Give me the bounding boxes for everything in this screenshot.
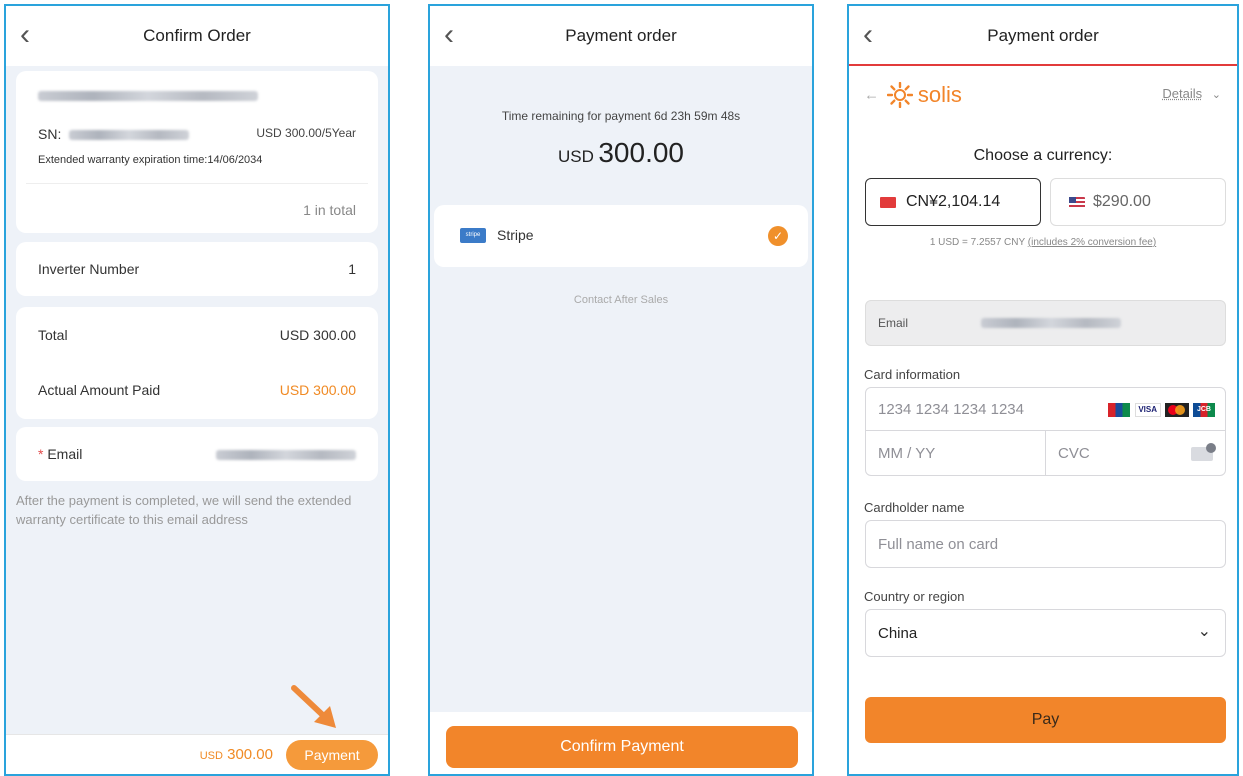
totals-card: Total USD 300.00 Actual Amount Paid USD … xyxy=(16,307,378,419)
confirm-order-screen: ‹ Confirm Order SN: USD 300.00/5Year Ext… xyxy=(4,4,390,776)
check-icon: ✓ xyxy=(768,226,788,246)
visa-icon: VISA xyxy=(1134,403,1161,417)
required-asterisk: * xyxy=(38,446,44,462)
bottom-total: USD 300.00 xyxy=(200,746,273,763)
email-value-redacted[interactable] xyxy=(216,450,356,460)
actual-paid-label: Actual Amount Paid xyxy=(38,382,161,398)
page-title: Payment order xyxy=(987,26,1099,45)
back-arrow-icon[interactable]: ← xyxy=(864,87,879,104)
actual-paid-value: USD 300.00 xyxy=(279,382,356,398)
header: ‹ Confirm Order xyxy=(6,6,388,66)
merchant-brand[interactable]: ← solis xyxy=(864,81,962,109)
card-number-placeholder: 1234 1234 1234 1234 xyxy=(878,401,1024,418)
email-label: Email xyxy=(878,316,909,330)
page-title: Confirm Order xyxy=(143,26,251,45)
brand-name: solis xyxy=(917,82,962,107)
actual-paid-row: Actual Amount Paid USD 300.00 xyxy=(38,382,356,398)
conversion-fee-link[interactable]: (includes 2% conversion fee) xyxy=(1028,237,1156,248)
pay-button[interactable]: Pay xyxy=(865,697,1226,743)
inverter-label: Inverter Number xyxy=(38,261,140,277)
email-field[interactable]: Email xyxy=(865,300,1226,346)
price-per-term: USD 300.00/5Year xyxy=(256,126,356,140)
email-value-redacted xyxy=(981,318,1121,328)
header: ‹ Payment order xyxy=(430,6,812,66)
us-flag-icon xyxy=(1069,197,1085,208)
inverter-row: Inverter Number 1 xyxy=(38,261,356,277)
card-brand-logos: VISA JCB xyxy=(1108,403,1215,417)
bottom-bar: Confirm Payment xyxy=(430,712,812,774)
contact-after-sales[interactable]: Contact After Sales xyxy=(430,294,812,306)
email-label: Email xyxy=(47,446,83,462)
email-note: After the payment is completed, we will … xyxy=(16,493,352,527)
bottom-amount: 300.00 xyxy=(227,746,273,763)
china-flag-icon xyxy=(880,197,896,208)
payment-button[interactable]: Payment xyxy=(286,740,378,770)
country-value: China xyxy=(878,625,918,642)
email-row: * Email xyxy=(38,446,356,462)
inverter-card: Inverter Number 1 xyxy=(16,242,378,296)
cardholder-name-placeholder: Full name on card xyxy=(878,536,999,553)
chevron-down-icon: ⌄ xyxy=(1211,89,1221,101)
sn-label: SN: xyxy=(38,126,62,142)
amount-value: 300.00 xyxy=(598,137,684,168)
expiry-placeholder: MM / YY xyxy=(878,445,936,462)
cvc-input[interactable]: CVC xyxy=(1045,430,1226,476)
currency-option-usd[interactable]: $290.00 xyxy=(1050,178,1226,226)
warranty-expiration: Extended warranty expiration time:14/06/… xyxy=(38,154,263,166)
item-count: 1 in total xyxy=(303,202,356,218)
cny-amount: CN¥2,104.14 xyxy=(906,193,1001,210)
header-underline xyxy=(849,64,1237,66)
cvc-placeholder: CVC xyxy=(1058,445,1090,462)
method-name: Stripe xyxy=(497,227,534,243)
card-number-input[interactable]: 1234 1234 1234 1234 VISA JCB xyxy=(865,387,1226,431)
total-label: Total xyxy=(38,327,68,343)
details-toggle[interactable]: Details ⌄ xyxy=(1162,86,1221,101)
bottom-bar: USD 300.00 Payment xyxy=(6,734,388,774)
chevron-down-icon: ⌄ xyxy=(1197,623,1211,640)
jcb-icon: JCB xyxy=(1193,403,1215,417)
cardholder-name-input[interactable]: Full name on card xyxy=(865,520,1226,568)
sn-value-redacted xyxy=(69,130,190,141)
back-chevron-icon[interactable]: ‹ xyxy=(444,6,454,64)
mastercard-icon xyxy=(1164,403,1189,417)
email-card[interactable]: * Email xyxy=(16,427,378,481)
details-label: Details xyxy=(1162,86,1203,101)
card-information-label: Card information xyxy=(864,367,961,382)
order-item-card: SN: USD 300.00/5Year Extended warranty e… xyxy=(16,71,378,233)
cvc-card-icon xyxy=(1191,443,1216,461)
confirm-payment-button[interactable]: Confirm Payment xyxy=(446,726,798,768)
product-name-redacted xyxy=(38,91,258,101)
choose-currency-title: Choose a currency: xyxy=(973,147,1113,164)
total-row: Total USD 300.00 xyxy=(38,327,356,343)
total-value: USD 300.00 xyxy=(279,327,356,343)
stripe-checkout-screen: ‹ Payment order ← solis Details ⌄ Choose… xyxy=(847,4,1239,776)
stripe-logo-icon: stripe xyxy=(460,228,486,243)
expiry-input[interactable]: MM / YY xyxy=(865,430,1046,476)
conversion-rate: 1 USD = 7.2557 CNY (includes 2% conversi… xyxy=(849,237,1237,248)
back-chevron-icon[interactable]: ‹ xyxy=(863,6,873,64)
back-chevron-icon[interactable]: ‹ xyxy=(20,6,30,64)
divider xyxy=(26,183,368,184)
sn-row: SN: USD 300.00/5Year xyxy=(38,126,356,142)
arrow-pointer-icon xyxy=(291,685,336,728)
rate-text: 1 USD = 7.2557 CNY xyxy=(929,237,1025,248)
bottom-currency: USD xyxy=(199,750,223,762)
header: ‹ Payment order xyxy=(849,6,1237,66)
time-remaining: Time remaining for payment 6d 23h 59m 48… xyxy=(501,109,741,123)
amount-currency: USD xyxy=(558,147,594,166)
country-label: Country or region xyxy=(864,589,965,604)
usd-amount: $290.00 xyxy=(1093,193,1151,210)
payment-amount: USD 300.00 xyxy=(430,137,812,169)
unionpay-icon xyxy=(1108,403,1131,417)
payment-order-screen: ‹ Payment order Time remaining for payme… xyxy=(428,4,814,776)
currency-option-cny[interactable]: CN¥2,104.14 xyxy=(865,178,1041,226)
cardholder-name-label: Cardholder name xyxy=(864,500,965,515)
country-select[interactable]: China ⌄ xyxy=(865,609,1226,657)
inverter-value: 1 xyxy=(348,261,356,277)
page-title: Payment order xyxy=(565,26,677,45)
solis-sun-logo-icon xyxy=(887,81,914,109)
payment-method-stripe[interactable]: stripe Stripe ✓ xyxy=(434,205,808,267)
